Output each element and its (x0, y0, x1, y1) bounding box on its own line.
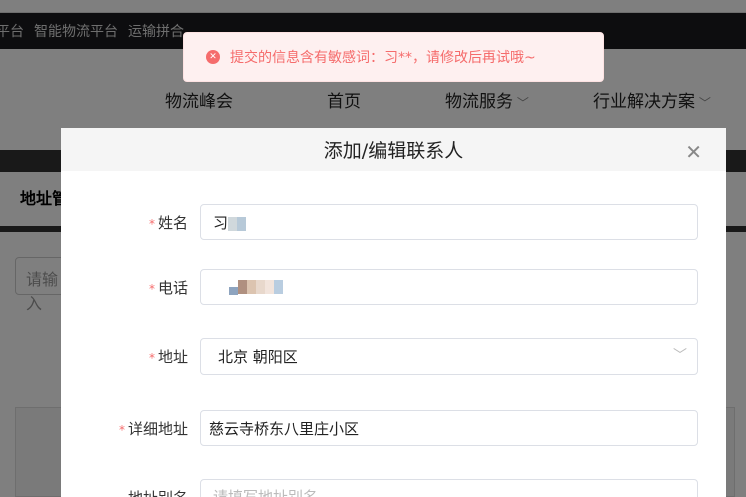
label-text: 地址 (157, 348, 188, 366)
redacted-block (274, 279, 283, 294)
detail-address-label: * 详细地址 (118, 420, 188, 438)
name-label: * 姓名 (148, 214, 188, 232)
redacted-block (229, 287, 238, 295)
detail-address-input[interactable] (200, 410, 698, 446)
detail-address-row: * 详细地址 (61, 410, 726, 446)
redacted-block (256, 279, 265, 294)
phone-label: * 电话 (148, 279, 188, 297)
name-value: 习 (213, 214, 229, 232)
phone-input[interactable] (200, 269, 698, 305)
redacted-block (228, 216, 238, 231)
address-label: * 地址 (148, 348, 188, 366)
phone-row: * 电话 (61, 269, 726, 305)
redacted-block (247, 279, 256, 294)
label-text: 姓名 (157, 214, 188, 232)
redacted-block (237, 216, 247, 231)
redacted-block (238, 279, 247, 294)
alias-input[interactable] (200, 479, 698, 497)
dialog-title: 添加/编辑联系人 (323, 140, 464, 162)
error-toast: ✕ 提交的信息含有敏感词：习**，请修改后再试哦~ (183, 32, 604, 82)
toast-message: 提交的信息含有敏感词：习**，请修改后再试哦~ (230, 50, 536, 66)
close-icon[interactable]: ✕ (685, 140, 702, 164)
name-input[interactable]: 习 (200, 204, 698, 240)
label-text: 详细地址 (127, 420, 188, 438)
chevron-down-icon: ﹀ (673, 348, 687, 364)
alias-row: 地址别名 (61, 479, 726, 497)
address-row: * 地址 北京 朝阳区 ﹀ (61, 338, 726, 375)
alias-label: 地址别名 (128, 487, 188, 497)
name-row: * 姓名 习 (61, 204, 726, 240)
address-value: 北京 朝阳区 (218, 348, 298, 366)
label-text: 电话 (157, 279, 188, 297)
dialog-header: 添加/编辑联系人 ✕ (61, 128, 726, 171)
contact-dialog: 添加/编辑联系人 ✕ *姓名 习 *电话 *地址 北京 朝阳区 ﹀ *详细地址 地… (61, 128, 726, 497)
redacted-block (265, 279, 274, 294)
address-select[interactable]: 北京 朝阳区 ﹀ (200, 338, 698, 375)
error-icon: ✕ (206, 50, 220, 64)
